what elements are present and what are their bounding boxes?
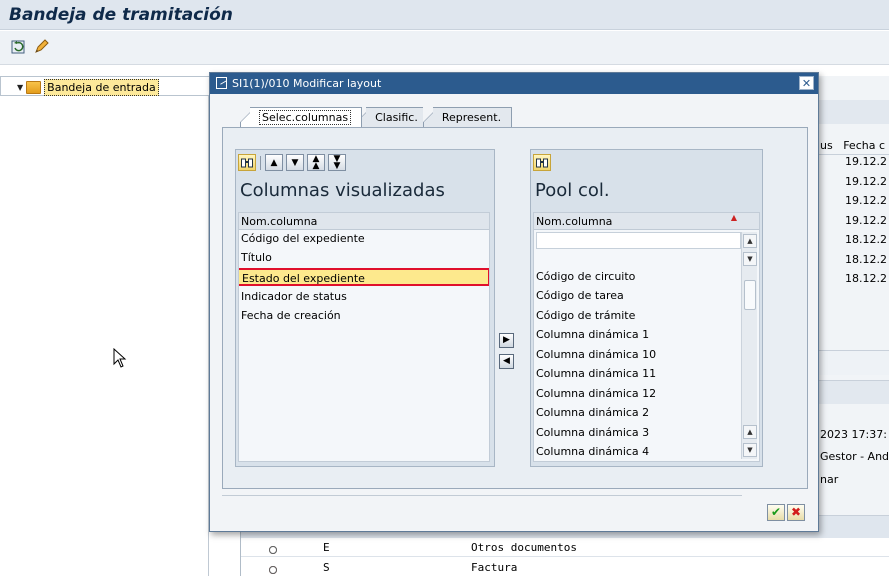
cancel-button[interactable]: ✖ (787, 504, 805, 521)
scroll-down-icon[interactable]: ▼ (743, 443, 757, 457)
find-icon[interactable] (238, 154, 256, 171)
pool-scrollbar[interactable]: ▲ ▼ ▲ ▼ (741, 232, 757, 459)
list-item[interactable]: Columna dinámica 4 (536, 443, 649, 461)
find-icon[interactable] (533, 154, 551, 171)
filter-input[interactable] (536, 232, 741, 249)
list-item[interactable]: Columna dinámica 3 (536, 424, 649, 442)
grid-cell-date: 19.12.2 (845, 175, 887, 188)
screen-title: Bandeja de tramitación (9, 5, 233, 25)
grid-cell-date: 19.12.2 (845, 214, 887, 227)
move-up-icon[interactable]: ▲ (265, 154, 283, 171)
sort-indicator-icon: ▲ (730, 213, 737, 222)
tab-clasific[interactable]: Clasific. (356, 107, 429, 128)
displayed-columns-box: ▲ ▼ ▲ ▲ ▼ ▼ Columnas visualizadas Nom.colu… (235, 149, 495, 467)
column-pool-title: Pool col. (535, 180, 610, 201)
list-header: Nom.columna (239, 213, 489, 230)
move-right-button[interactable]: ▶ (499, 333, 514, 348)
displayed-columns-title: Columnas visualizadas (240, 180, 445, 201)
modify-layout-dialog: SI1(1)/010 Modificar layout ✕ Selec.colu… (209, 72, 819, 532)
documents-grid: E Otros documentos S Factura (240, 530, 889, 576)
tree-node-row[interactable]: ▼ Bandeja de entrada (0, 76, 209, 96)
tree-node-label[interactable]: Bandeja de entrada (44, 79, 159, 96)
dialog-title: SI1(1)/010 Modificar layout (232, 77, 382, 90)
table-row[interactable]: S Factura (241, 558, 889, 576)
refresh-icon[interactable] (11, 39, 27, 55)
list-item[interactable]: Código de circuito (536, 268, 635, 286)
tab-panel: ▲ ▼ ▲ ▲ ▼ ▼ Columnas visualizadas Nom.colu… (222, 127, 808, 489)
screen-title-bar: Bandeja de tramitación (0, 0, 889, 30)
list-item[interactable]: Código del expediente (241, 230, 365, 248)
list-item[interactable]: Columna dinámica 11 (536, 365, 656, 383)
expand-arrow-icon[interactable]: ▼ (17, 83, 23, 92)
list-item[interactable]: Columna dinámica 12 (536, 385, 656, 403)
list-item[interactable]: Título (241, 249, 272, 267)
move-left-button[interactable]: ◀ (499, 354, 514, 369)
scroll-up-icon[interactable]: ▲ (743, 425, 757, 439)
tab-represent[interactable]: Represent. (422, 107, 513, 128)
mouse-cursor-icon (113, 348, 127, 368)
displayed-columns-toolbar: ▲ ▼ ▲ ▲ ▼ ▼ (238, 154, 346, 171)
grid-col-header: us Fecha c (820, 139, 886, 152)
list-item[interactable]: Columna dinámica 2 (536, 404, 649, 422)
detail-text: nar (820, 473, 839, 486)
scroll-up-icon[interactable]: ▲ (743, 234, 757, 248)
inbox-icon (26, 81, 42, 94)
edit-pencil-icon[interactable] (33, 39, 49, 55)
list-item[interactable]: Fecha de creación (241, 307, 341, 325)
move-top-icon[interactable]: ▲ ▲ (307, 154, 325, 171)
detail-text: Gestor - And (820, 450, 889, 463)
tab-selec-columnas[interactable]: Selec.columnas (240, 107, 363, 128)
grid-cell-date: 19.12.2 (845, 155, 887, 168)
table-row[interactable]: E Otros documentos (241, 538, 889, 557)
displayed-columns-list: Nom.columna Código del expediente Título… (238, 212, 490, 462)
detail-text: 2023 17:37: (820, 428, 887, 441)
list-item[interactable]: Indicador de status (241, 288, 347, 306)
tree-pane (0, 76, 209, 576)
dialog-edit-icon (216, 77, 227, 89)
dialog-title-bar[interactable]: SI1(1)/010 Modificar layout ✕ (210, 73, 818, 94)
scroll-thumb[interactable] (744, 280, 756, 310)
list-item-selected[interactable]: Estado del expediente (239, 268, 489, 286)
list-header: Nom.columna ▲ (534, 213, 759, 230)
column-pool-toolbar (533, 154, 551, 171)
grid-cell-date: 18.12.2 (845, 233, 887, 246)
move-down-icon[interactable]: ▼ (286, 154, 304, 171)
grid-cell-date: 19.12.2 (845, 194, 887, 207)
scroll-down-icon[interactable]: ▼ (743, 252, 757, 266)
confirm-button[interactable]: ✔ (767, 504, 785, 521)
close-icon[interactable]: ✕ (799, 76, 814, 90)
dialog-tabs: Selec.columnas Clasific. Represent. (240, 107, 513, 128)
list-item[interactable]: Código de trámite (536, 307, 635, 325)
app-toolbar (0, 31, 889, 65)
grid-cell-date: 18.12.2 (845, 253, 887, 266)
background-grid-header (818, 100, 889, 124)
list-item[interactable]: Código de tarea (536, 287, 624, 305)
list-item[interactable]: Columna dinámica 1 (536, 326, 649, 344)
list-item[interactable]: Columna dinámica 10 (536, 346, 656, 364)
move-bottom-icon[interactable]: ▼ ▼ (328, 154, 346, 171)
grid-cell-date: 18.12.2 (845, 272, 887, 285)
column-pool-list: Nom.columna ▲ Código de circuito Código … (533, 212, 760, 462)
column-pool-box: Pool col. Nom.columna ▲ Código de circui… (530, 149, 763, 467)
